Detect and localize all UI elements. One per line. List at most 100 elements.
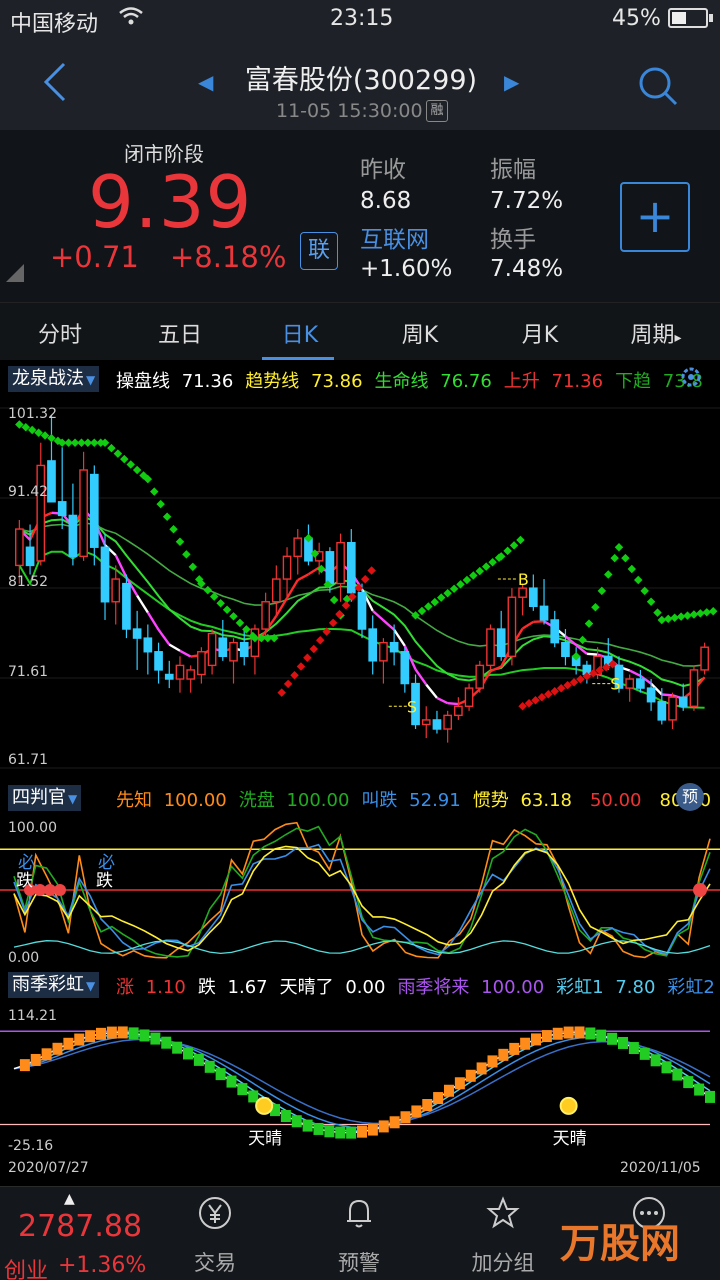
prev-stock-button[interactable]: ◀: [198, 70, 213, 94]
next-stock-button[interactable]: ▶: [504, 70, 519, 94]
uptrend-dot: [315, 636, 325, 645]
indicator-item-value: 1.10: [145, 977, 186, 998]
rise-block: [541, 1030, 552, 1043]
operating-line-segment: [533, 620, 545, 624]
x-start-label: 2020/07/27: [8, 1160, 89, 1176]
fall-block: [204, 1060, 215, 1073]
battery-tip: [709, 14, 713, 22]
linked-button[interactable]: 联: [300, 232, 338, 270]
downtrend-dot: [488, 557, 497, 567]
candlestick-chart[interactable]: B S S 101.32 91.42 81.52 71.61 61.71: [0, 396, 720, 778]
indicator-item-value: 52.91: [409, 790, 461, 811]
amplitude-label: 振幅: [490, 157, 536, 183]
rainbow-chart[interactable]: 天晴 天晴 114.21 -25.16 2020/07/27 2020/11/05: [0, 1002, 720, 1178]
jiaodie-line: [13, 843, 711, 956]
nav-add-group[interactable]: 加分组: [458, 1195, 548, 1277]
tab-weekly-k[interactable]: 周K: [370, 317, 470, 349]
indicator-item: 雨季将来 100.00: [397, 977, 550, 998]
tab-intraday[interactable]: 分时: [10, 317, 110, 349]
indicator-item-label: 彩虹1: [556, 977, 610, 998]
tab-monthly-k[interactable]: 月K: [490, 317, 590, 349]
search-button[interactable]: [636, 64, 680, 108]
indicator-selector-sipanguan[interactable]: 四判官 ▼: [8, 785, 82, 811]
tab-period[interactable]: 周期▸: [606, 317, 706, 349]
downtrend-dot: [653, 608, 662, 617]
indicator-values-rainbow: 涨 1.10 跌 1.67 天晴了 0.00 雨季将来 100.00 彩虹1 7.80 彩…: [116, 973, 720, 999]
candle: [432, 719, 442, 730]
downtrend-dot: [646, 597, 656, 607]
indicator-selector-rainbow[interactable]: 雨季彩虹 ▼: [8, 972, 100, 998]
fall-block: [607, 1032, 618, 1045]
price-change: +0.71: [50, 240, 139, 274]
star-icon: [486, 1196, 520, 1229]
bottom-line: [13, 940, 711, 955]
fall-block: [150, 1032, 161, 1045]
indicator-item-label: 叫跌: [361, 790, 404, 811]
indicator-item: 彩虹2 1: [667, 977, 720, 998]
fall-block: [346, 1126, 357, 1139]
downtrend-dot: [683, 611, 692, 620]
fall-block: [248, 1090, 259, 1103]
candle: [154, 651, 163, 671]
indicator-item-value: 0.00: [345, 977, 386, 998]
downtrend-dot: [676, 612, 686, 621]
candle: [122, 582, 131, 630]
yen-circle-icon: [199, 1197, 231, 1229]
downtrend-dot: [634, 575, 643, 585]
operating-line-segment: [146, 611, 160, 631]
candle: [507, 596, 517, 658]
fall-block: [585, 1027, 596, 1040]
candle: [421, 719, 431, 726]
battery-icon: [668, 8, 708, 28]
settings-button[interactable]: [678, 364, 704, 390]
downtrend-dot: [175, 537, 185, 547]
candle: [700, 646, 709, 671]
indicator-item: 叫跌 52.91: [361, 790, 466, 811]
fall-block: [618, 1036, 628, 1049]
downtrend-dot: [100, 438, 110, 447]
uptrend-dot: [328, 618, 338, 628]
indicator-item-value: 50.00: [589, 790, 642, 811]
downtrend-dot: [604, 570, 613, 579]
period-tabs: 分时 五日 日K 周K 月K 周期▸: [0, 302, 720, 360]
rainbow-base-line: [13, 1031, 711, 1134]
operating-line-segment: [661, 693, 673, 697]
fall-block: [705, 1090, 715, 1103]
candle: [218, 637, 228, 658]
tab-period-label: 周期: [630, 323, 675, 348]
sector-link[interactable]: 互联网: [360, 220, 429, 254]
candle: [164, 673, 174, 680]
candle: [464, 687, 474, 707]
fall-block: [237, 1083, 248, 1096]
indicator-item-label: 先知: [116, 790, 158, 811]
y-tick-label: 61.71: [8, 752, 48, 768]
sipanguan-chart[interactable]: 必跌必跌100.000.00: [0, 814, 720, 964]
forecast-button[interactable]: 预: [676, 783, 704, 811]
clock: 23:15: [330, 6, 394, 31]
candle: [636, 678, 645, 689]
tab-five-day[interactable]: 五日: [130, 317, 230, 349]
die-label: 跌: [16, 871, 33, 891]
back-button[interactable]: [40, 60, 80, 110]
indicator-item: 天晴了 0.00: [280, 977, 392, 998]
downtrend-dot: [475, 566, 485, 576]
die-label: 跌: [96, 871, 113, 891]
downtrend-dot: [462, 575, 472, 585]
tab-daily-k[interactable]: 日K: [250, 317, 350, 349]
active-tab-indicator: [262, 357, 334, 360]
downtrend-dot: [670, 613, 679, 623]
expand-corner-icon[interactable]: [6, 264, 24, 282]
add-watchlist-button[interactable]: +: [620, 182, 690, 252]
indicator-item: 洗盘 100.00: [239, 790, 356, 811]
bi-label: 必: [18, 853, 35, 873]
index-up-icon: ▲: [64, 1191, 75, 1207]
candle: [646, 687, 656, 703]
operating-line-segment: [414, 668, 428, 686]
fall-block: [650, 1054, 661, 1067]
candle: [282, 555, 292, 580]
nav-trade[interactable]: 交易: [170, 1195, 260, 1277]
indicator-item-value: 100.00: [163, 790, 227, 811]
indicator-selector-main[interactable]: 龙泉战法 ▼: [8, 366, 100, 392]
nav-alert[interactable]: 预警: [314, 1195, 404, 1277]
index-value[interactable]: 2787.88: [18, 1209, 142, 1244]
